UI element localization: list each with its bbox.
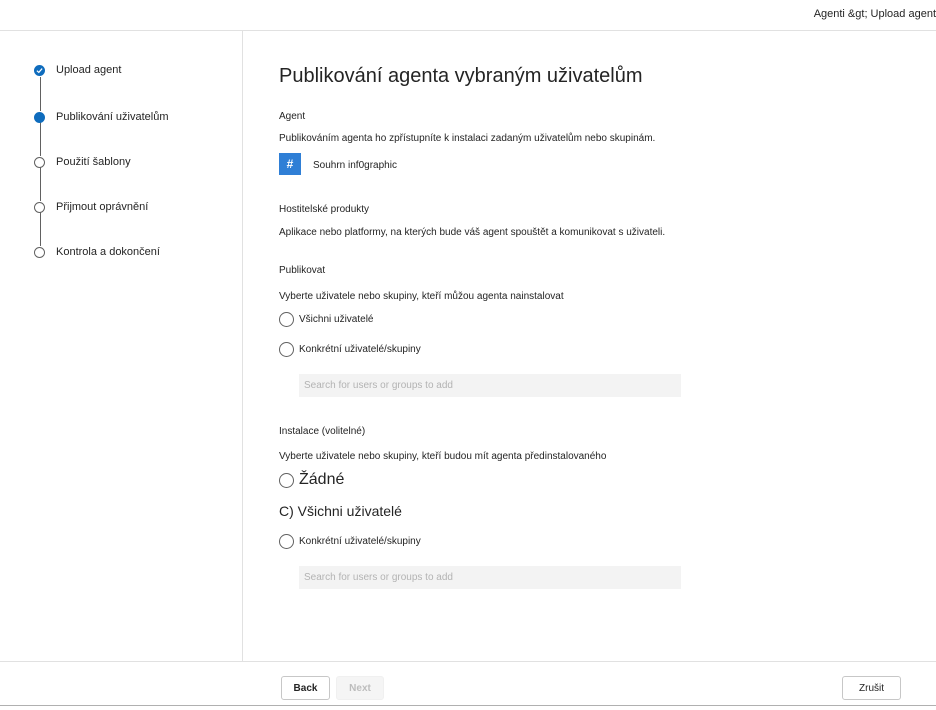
step-label: Kontrola a dokončení	[56, 246, 160, 258]
cancel-button[interactable]: Zrušit	[842, 676, 901, 700]
agent-section-label: Agent	[279, 111, 306, 122]
next-button[interactable]: Next	[336, 676, 384, 700]
install-option-all-users[interactable]: C) Všichni uživatelé	[279, 503, 402, 519]
install-option-specific-users[interactable]: Konkrétní uživatelé/skupiny	[279, 534, 421, 549]
radio-button[interactable]	[279, 312, 294, 327]
step-label: Přijmout oprávnění	[56, 201, 149, 213]
agent-name: Souhrn inf0graphic	[313, 160, 397, 171]
step-label: Upload agent	[56, 64, 122, 76]
install-section-label: Instalace (volitelné)	[279, 426, 366, 437]
step-use-template[interactable]: Použití šablony	[34, 156, 131, 168]
pending-step-icon	[34, 201, 45, 213]
step-connector	[40, 122, 41, 156]
host-products-label: Hostitelské produkty	[279, 204, 370, 215]
radio-button[interactable]	[279, 472, 294, 488]
pending-step-icon	[34, 156, 45, 168]
current-step-icon	[34, 111, 45, 123]
install-section-description: Vyberte uživatele nebo skupiny, kteří bu…	[279, 451, 607, 462]
host-products-description: Aplikace nebo platformy, na kterých bude…	[279, 227, 666, 238]
publish-option-all-users[interactable]: Všichni uživatelé	[279, 312, 373, 327]
checkmark-icon	[34, 64, 45, 76]
step-accept-permissions[interactable]: Přijmout oprávnění	[34, 201, 148, 213]
page-title: Publikování agenta vybraným uživatelům	[279, 65, 643, 87]
step-connector	[40, 167, 41, 201]
step-review-finish[interactable]: Kontrola a dokončení	[34, 246, 160, 258]
publish-search-input[interactable]	[299, 374, 681, 397]
radio-button[interactable]	[279, 342, 294, 357]
wizard-steps-sidebar	[0, 31, 243, 661]
radio-label: Konkrétní uživatelé/skupiny	[299, 536, 421, 547]
radio-button[interactable]	[279, 534, 294, 549]
publish-option-specific-users[interactable]: Konkrétní uživatelé/skupiny	[279, 342, 421, 357]
breadcrumb: Agenti &gt; Upload agent	[813, 8, 936, 20]
install-option-none[interactable]: Žádné	[279, 471, 344, 489]
radio-label: Konkrétní uživatelé/skupiny	[299, 344, 421, 355]
agent-section-description: Publikováním agenta ho zpřístupníte k in…	[279, 133, 656, 144]
step-upload-agent[interactable]: Upload agent	[34, 64, 121, 76]
install-search-input[interactable]	[299, 566, 681, 589]
pending-step-icon	[34, 246, 45, 258]
radio-label: Žádné	[299, 471, 345, 488]
publish-section-description: Vyberte uživatele nebo skupiny, kteří mů…	[279, 291, 564, 302]
step-connector	[40, 212, 41, 246]
step-label: Publikování uživatelům	[56, 111, 169, 123]
publish-section-label: Publikovat	[279, 265, 326, 276]
top-bar: Agenti &gt; Upload agent	[0, 0, 936, 31]
window-bottom-border	[0, 705, 936, 706]
step-publish-users[interactable]: Publikování uživatelům	[34, 111, 169, 123]
footer-bar	[0, 661, 936, 710]
agent-hash-icon: #	[279, 153, 301, 175]
step-connector	[40, 77, 41, 111]
radio-label: Všichni uživatelé	[299, 314, 374, 325]
back-button[interactable]: Back	[281, 676, 330, 700]
step-label: Použití šablony	[56, 156, 131, 168]
